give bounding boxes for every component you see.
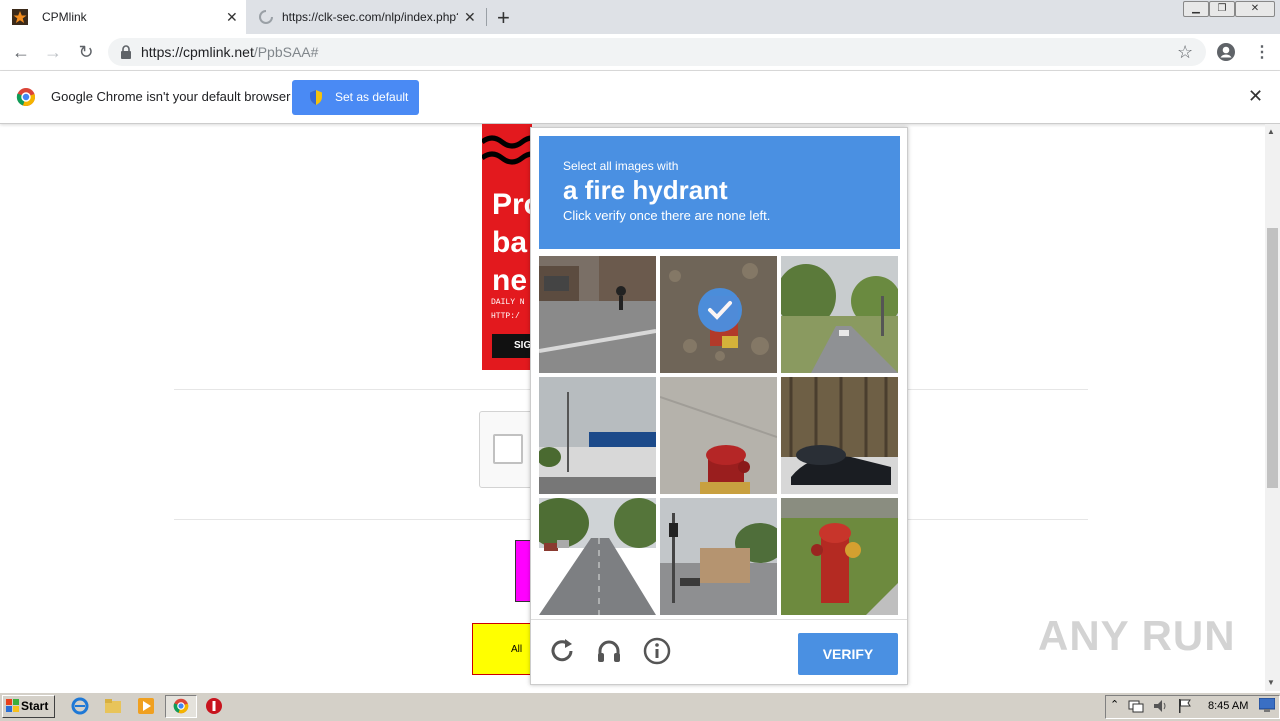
captcha-hint: Click verify once there are none left.: [563, 208, 771, 223]
loading-spinner-icon: [259, 10, 273, 24]
infobar-message: Google Chrome isn't your default browser: [51, 89, 291, 104]
show-desktop-icon[interactable]: [1259, 698, 1275, 712]
recaptcha-checkbox[interactable]: [493, 434, 523, 464]
scrollbar-thumb[interactable]: [1267, 228, 1278, 488]
captcha-tile[interactable]: [660, 498, 777, 615]
tray-expand-icon[interactable]: ⌃: [1110, 698, 1119, 711]
scroll-down-arrow-icon[interactable]: ▼: [1267, 678, 1275, 687]
chrome-taskbar-icon: [173, 698, 189, 714]
ad-small-text: DAILY N HTTP:/: [491, 298, 525, 321]
captcha-tile[interactable]: [660, 377, 777, 494]
profile-avatar-icon[interactable]: [1216, 42, 1236, 62]
ad-wave-graphic: [482, 135, 532, 165]
menu-kebab-icon[interactable]: ⋮: [1254, 42, 1270, 62]
start-label: Start: [21, 699, 49, 713]
minimize-button[interactable]: ▁: [1183, 1, 1209, 17]
url-text[interactable]: https://cpmlink.net/PpbSAA#: [141, 44, 318, 60]
bookmark-star-icon[interactable]: ☆: [1177, 42, 1193, 63]
cpmlink-favicon-icon: [12, 9, 28, 25]
captcha-tile[interactable]: [781, 256, 898, 373]
restore-button[interactable]: ❐: [1209, 1, 1235, 17]
set-default-label: Set as default: [335, 90, 409, 104]
stop-app-icon[interactable]: [205, 697, 223, 715]
volume-icon[interactable]: [1152, 698, 1168, 714]
close-window-button[interactable]: ✕: [1235, 1, 1275, 17]
media-player-icon[interactable]: [137, 697, 155, 715]
infobar-close-icon[interactable]: ✕: [1248, 86, 1263, 107]
captcha-tile[interactable]: [781, 377, 898, 494]
start-button[interactable]: Start: [2, 695, 55, 718]
internet-explorer-icon[interactable]: [71, 697, 89, 715]
set-as-default-button[interactable]: Set as default: [292, 80, 419, 115]
action-center-flag-icon[interactable]: [1177, 698, 1193, 714]
tab-title: https://clk-sec.com/nlp/index.php?a: [282, 10, 458, 24]
reload-challenge-icon[interactable]: [547, 636, 577, 666]
captcha-tile[interactable]: [781, 498, 898, 615]
tab-title: CPMlink: [42, 10, 87, 24]
network-icon[interactable]: [1128, 698, 1144, 714]
back-arrow-icon[interactable]: ←: [9, 40, 33, 64]
captcha-tile[interactable]: [539, 377, 656, 494]
forward-arrow-icon[interactable]: →: [41, 40, 65, 64]
ad-headline: Pro ba ne: [492, 188, 532, 297]
captcha-tile-selected[interactable]: [660, 256, 777, 373]
taskbar-chrome-button[interactable]: [165, 695, 197, 718]
verify-button[interactable]: VERIFY: [798, 633, 898, 675]
yellow-box[interactable]: All: [472, 623, 534, 675]
audio-challenge-icon[interactable]: [594, 636, 624, 666]
tab-separator: [486, 8, 487, 26]
tab-cpmlink[interactable]: CPMlink ✕: [0, 0, 246, 34]
file-explorer-icon[interactable]: [104, 697, 122, 715]
chrome-logo-icon: [16, 88, 36, 107]
advertisement-banner[interactable]: Pro ba ne DAILY N HTTP:/ SIG: [482, 124, 532, 370]
windows-logo-icon: [6, 699, 19, 712]
tab-close-icon[interactable]: ✕: [226, 9, 238, 26]
scroll-up-arrow-icon[interactable]: ▲: [1267, 127, 1275, 136]
reload-icon[interactable]: ↻: [74, 40, 98, 64]
selected-check-icon: [698, 288, 742, 332]
taskbar-clock[interactable]: 8:45 AM: [1208, 700, 1248, 712]
info-icon[interactable]: [642, 636, 672, 666]
tab-close-icon[interactable]: ✕: [464, 9, 476, 26]
captcha-target: a fire hydrant: [563, 175, 728, 205]
captcha-tile[interactable]: [539, 498, 656, 615]
captcha-tile[interactable]: [539, 256, 656, 373]
url-path: /PpbSAA#: [253, 44, 319, 60]
captcha-footer: VERIFY: [531, 619, 907, 685]
tab-clk-sec[interactable]: https://clk-sec.com/nlp/index.php?a ✕: [248, 0, 486, 34]
captcha-challenge: Select all images with a fire hydrant Cl…: [530, 127, 908, 685]
shield-icon: [310, 90, 322, 105]
ad-signup-button[interactable]: SIG: [492, 334, 532, 358]
yellow-box-text: All: [511, 644, 523, 655]
captcha-header: Select all images with a fire hydrant Cl…: [539, 136, 900, 249]
anyrun-watermark: ANY RUN: [1038, 612, 1236, 659]
captcha-instruction: Select all images with: [563, 159, 679, 173]
url-host: https://cpmlink.net: [141, 44, 254, 60]
lock-icon: [121, 45, 131, 59]
new-tab-icon[interactable]: +: [497, 5, 510, 31]
